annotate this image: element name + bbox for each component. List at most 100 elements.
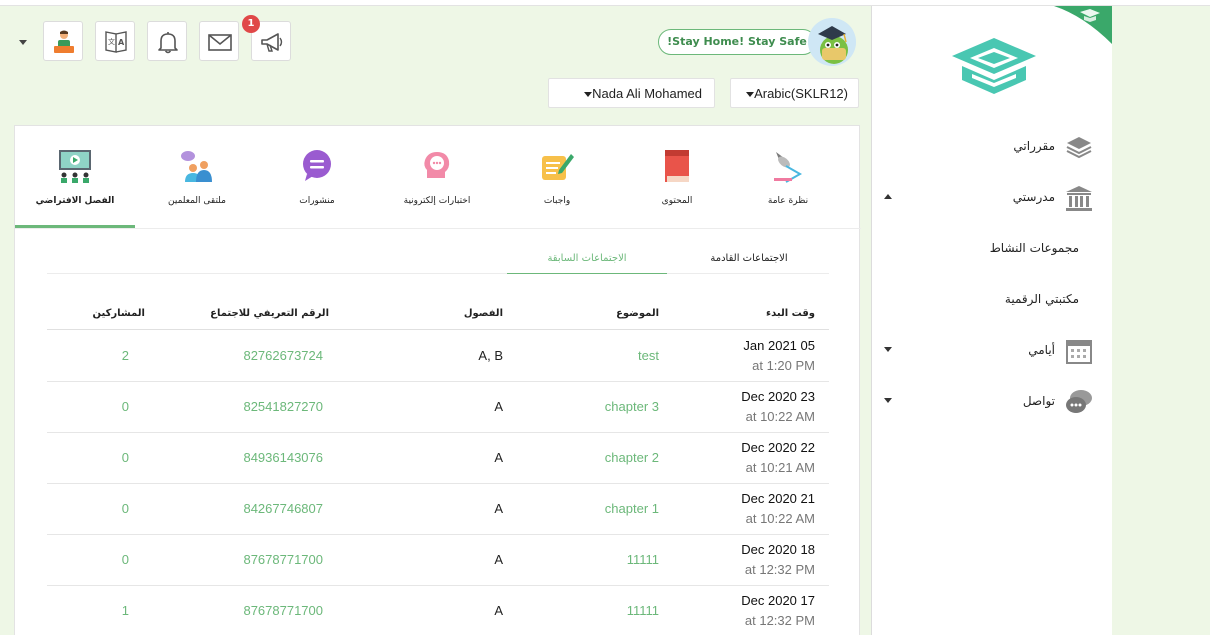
- teachers-group-icon: [181, 151, 212, 182]
- row-participants: 0: [121, 399, 129, 414]
- virtual-class-card: نظرة عامة المحتوى واجبات اختبارات إلكترو…: [14, 125, 861, 635]
- row-participants: 0: [121, 450, 129, 465]
- translate-button[interactable]: 文 A: [95, 21, 135, 61]
- header-participants: المشاركين: [92, 308, 145, 319]
- row-meeting-id[interactable]: 87678771700: [243, 552, 323, 567]
- row-date: Dec 2020 17: [741, 593, 815, 608]
- row-classes: A: [494, 501, 503, 516]
- chevron-down-icon: [884, 398, 892, 403]
- mail-icon: [208, 34, 232, 51]
- user-select-caret: [584, 92, 592, 97]
- row-meeting-id[interactable]: 87678771700: [243, 603, 323, 618]
- row-date: Dec 2020 23: [741, 389, 815, 404]
- module-label: منشورات: [299, 196, 335, 206]
- bell-icon: [158, 32, 178, 54]
- school-building-icon: [1066, 186, 1092, 211]
- row-meeting-id[interactable]: 82541827270: [243, 399, 323, 414]
- row-classes: A: [494, 450, 503, 465]
- table-row: Dec 2020 22 at 10:21 AM chapter 2 A 8493…: [47, 433, 829, 484]
- row-participants: 2: [121, 348, 129, 363]
- meetings-table-header: وقت البدء الموضوع الفصول الرقم التعريفي …: [47, 302, 829, 330]
- row-classes: A: [494, 399, 503, 414]
- virtual-class-icon: [59, 150, 91, 183]
- tab-past-meetings[interactable]: الاجتماعات السابقة: [507, 244, 667, 274]
- row-time: at 10:21 AM: [745, 460, 815, 475]
- mascot-avatar[interactable]: [808, 18, 856, 66]
- mascot-character-icon: [808, 18, 856, 66]
- row-topic-link[interactable]: chapter 1: [605, 501, 659, 516]
- student-avatar-icon: [54, 30, 74, 53]
- meetings-tabs: الاجتماعات القادمة الاجتماعات السابقة: [47, 244, 829, 274]
- module-label: المحتوى: [661, 196, 693, 206]
- row-participants: 1: [121, 603, 129, 618]
- sidebar-item-label: مدرستي: [1012, 190, 1055, 204]
- module-overview[interactable]: نظرة عامة: [728, 126, 848, 228]
- notifications-button[interactable]: [147, 21, 187, 61]
- table-row: Dec 2020 17 at 12:32 PM 11111 A 87678771…: [47, 586, 829, 635]
- chat-bubbles-icon: [1066, 390, 1092, 413]
- module-teachers-forum[interactable]: ملتقى المعلمين: [137, 126, 257, 228]
- module-content[interactable]: المحتوى: [617, 126, 737, 228]
- messages-button[interactable]: [199, 21, 239, 61]
- books-stack-icon: [1066, 137, 1092, 159]
- calendar-icon: [1066, 340, 1092, 364]
- module-label: ملتقى المعلمين: [168, 196, 226, 206]
- row-time: at 12:32 PM: [744, 562, 815, 577]
- row-date: Dec 2020 18: [741, 542, 815, 557]
- sidebar-item-label: أيامي: [1028, 343, 1055, 357]
- user-select[interactable]: Nada Ali Mohamed: [548, 78, 715, 108]
- row-time: at 12:32 PM: [744, 613, 815, 628]
- student-avatar-button[interactable]: [43, 21, 83, 61]
- tab-upcoming-meetings[interactable]: الاجتماعات القادمة: [669, 244, 829, 274]
- row-classes: A: [494, 552, 503, 567]
- row-topic-link[interactable]: test: [638, 348, 659, 363]
- row-date: Dec 2020 21: [741, 491, 815, 506]
- sidebar-item-label: تواصل: [1022, 394, 1055, 408]
- row-meeting-id[interactable]: 84936143076: [243, 450, 323, 465]
- module-virtual-class[interactable]: الفصل الافتراضي: [15, 126, 135, 228]
- module-label: واجبات: [543, 196, 571, 206]
- table-row: Jan 2021 05 at 1:20 PM test A, B 8276267…: [47, 331, 829, 382]
- corner-logo-ribbon-icon: [1054, 6, 1112, 44]
- module-label: اختبارات إلكترونية: [403, 196, 471, 206]
- row-participants: 0: [121, 501, 129, 516]
- row-classes: A, B: [478, 348, 503, 363]
- module-homework[interactable]: واجبات: [497, 126, 617, 228]
- quiz-head-icon: [424, 152, 450, 178]
- row-date: Dec 2020 22: [741, 440, 815, 455]
- overview-lamp-icon: [774, 152, 803, 183]
- row-topic-link[interactable]: 11111: [627, 552, 659, 567]
- sidebar-subitem-digital-library[interactable]: مكتبتي الرقمية: [1005, 292, 1079, 306]
- sidebar: مقرراتي مدرستي مجموعات النشاط مكتبتي الر…: [871, 6, 1112, 635]
- module-label: نظرة عامة: [767, 196, 809, 206]
- sidebar-item-communication[interactable]: تواصل: [872, 385, 1113, 419]
- user-select-value: Nada Ali Mohamed: [592, 86, 702, 101]
- profile-menu-caret[interactable]: [19, 40, 27, 45]
- row-topic-link[interactable]: 11111: [627, 603, 659, 618]
- row-topic-link[interactable]: chapter 3: [605, 399, 659, 414]
- stay-home-banner: !Stay Home! Stay Safe: [658, 29, 816, 55]
- posts-bubble-icon: [303, 150, 331, 181]
- school-logo-icon: [952, 38, 1036, 94]
- sidebar-subitem-activity-groups[interactable]: مجموعات النشاط: [990, 241, 1079, 255]
- sidebar-item-my-school[interactable]: مدرستي: [872, 181, 1113, 215]
- row-meeting-id[interactable]: 84267746807: [243, 501, 323, 516]
- module-e-exams[interactable]: اختبارات إلكترونية: [377, 126, 497, 228]
- chevron-down-icon: [884, 347, 892, 352]
- row-topic-link[interactable]: chapter 2: [605, 450, 659, 465]
- row-meeting-id[interactable]: 82762673724: [243, 348, 323, 363]
- megaphone-icon: [261, 33, 283, 52]
- course-select-caret: [746, 92, 754, 97]
- modules-divider: [15, 228, 861, 229]
- row-time: at 1:20 PM: [752, 358, 815, 373]
- svg-text:文: 文: [108, 37, 115, 46]
- sidebar-item-my-courses[interactable]: مقرراتي: [872, 130, 1113, 164]
- row-date: Jan 2021 05: [743, 338, 815, 353]
- homework-pencil-icon: [542, 154, 574, 180]
- svg-text:A: A: [118, 38, 125, 47]
- course-select[interactable]: Arabic(SKLR12): [730, 78, 859, 108]
- module-posts[interactable]: منشورات: [257, 126, 377, 228]
- sidebar-item-my-days[interactable]: أيامي: [872, 334, 1113, 368]
- sidebar-item-label: مقرراتي: [1013, 139, 1055, 153]
- chevron-up-icon: [884, 194, 892, 199]
